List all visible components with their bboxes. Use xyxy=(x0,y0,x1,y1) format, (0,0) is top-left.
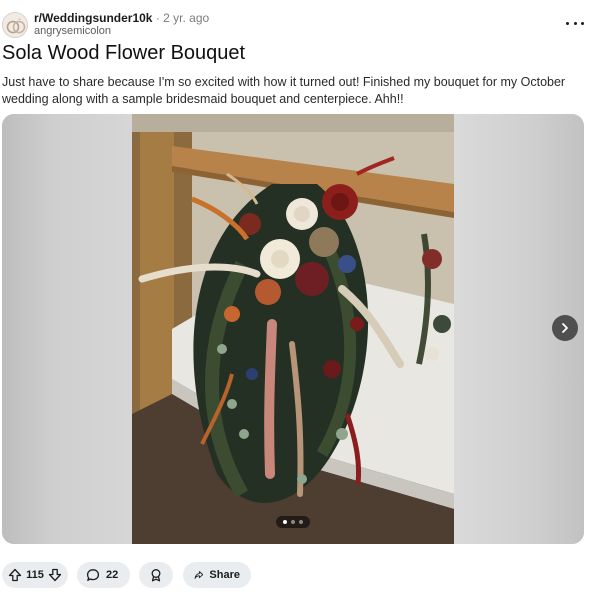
next-slide-button[interactable] xyxy=(552,315,578,341)
media-carousel[interactable] xyxy=(2,114,584,544)
upvote-count: 115 xyxy=(26,569,44,581)
chevron-right-icon xyxy=(562,323,568,333)
subreddit-link[interactable]: r/Weddingsunder10k xyxy=(34,11,152,25)
share-arrow-icon xyxy=(194,571,204,579)
upvote-button[interactable] xyxy=(6,566,24,584)
ellipsis-icon xyxy=(566,21,569,25)
post-age: 2 yr. ago xyxy=(163,11,210,25)
share-button[interactable]: Share xyxy=(183,562,251,588)
share-label: Share xyxy=(209,569,240,581)
author-username[interactable]: angrysemicolon xyxy=(34,25,111,38)
post-card: r/Weddingsunder10k · 2 yr. ago angrysemi… xyxy=(0,0,600,599)
slide-indicator xyxy=(276,516,310,528)
subreddit-avatar[interactable] xyxy=(2,12,28,38)
award-icon xyxy=(151,569,161,582)
award-button[interactable] xyxy=(139,562,173,588)
more-options-button[interactable] xyxy=(566,18,584,28)
post-title[interactable]: Sola Wood Flower Bouquet xyxy=(2,41,245,65)
post-header: r/Weddingsunder10k · 2 yr. ago angrysemi… xyxy=(2,8,598,40)
post-body: Just have to share because I'm so excite… xyxy=(2,75,566,106)
arrow-down-icon xyxy=(48,568,62,582)
bouquet-photo xyxy=(132,114,454,544)
slide-dot xyxy=(291,520,295,524)
comments-button[interactable]: 22 xyxy=(77,562,130,588)
vote-control: 115 xyxy=(2,562,68,588)
comment-count: 22 xyxy=(106,569,119,581)
slide-dot xyxy=(299,520,303,524)
arrow-up-icon xyxy=(8,568,22,582)
downvote-button[interactable] xyxy=(46,566,64,584)
post-meta: r/Weddingsunder10k · 2 yr. ago xyxy=(34,11,209,25)
slide-dot-active xyxy=(283,520,287,524)
meta-separator: · xyxy=(155,11,160,25)
wedding-rings-icon xyxy=(3,13,27,37)
blurred-backdrop-left xyxy=(2,114,132,544)
speech-bubble-icon xyxy=(86,569,100,581)
